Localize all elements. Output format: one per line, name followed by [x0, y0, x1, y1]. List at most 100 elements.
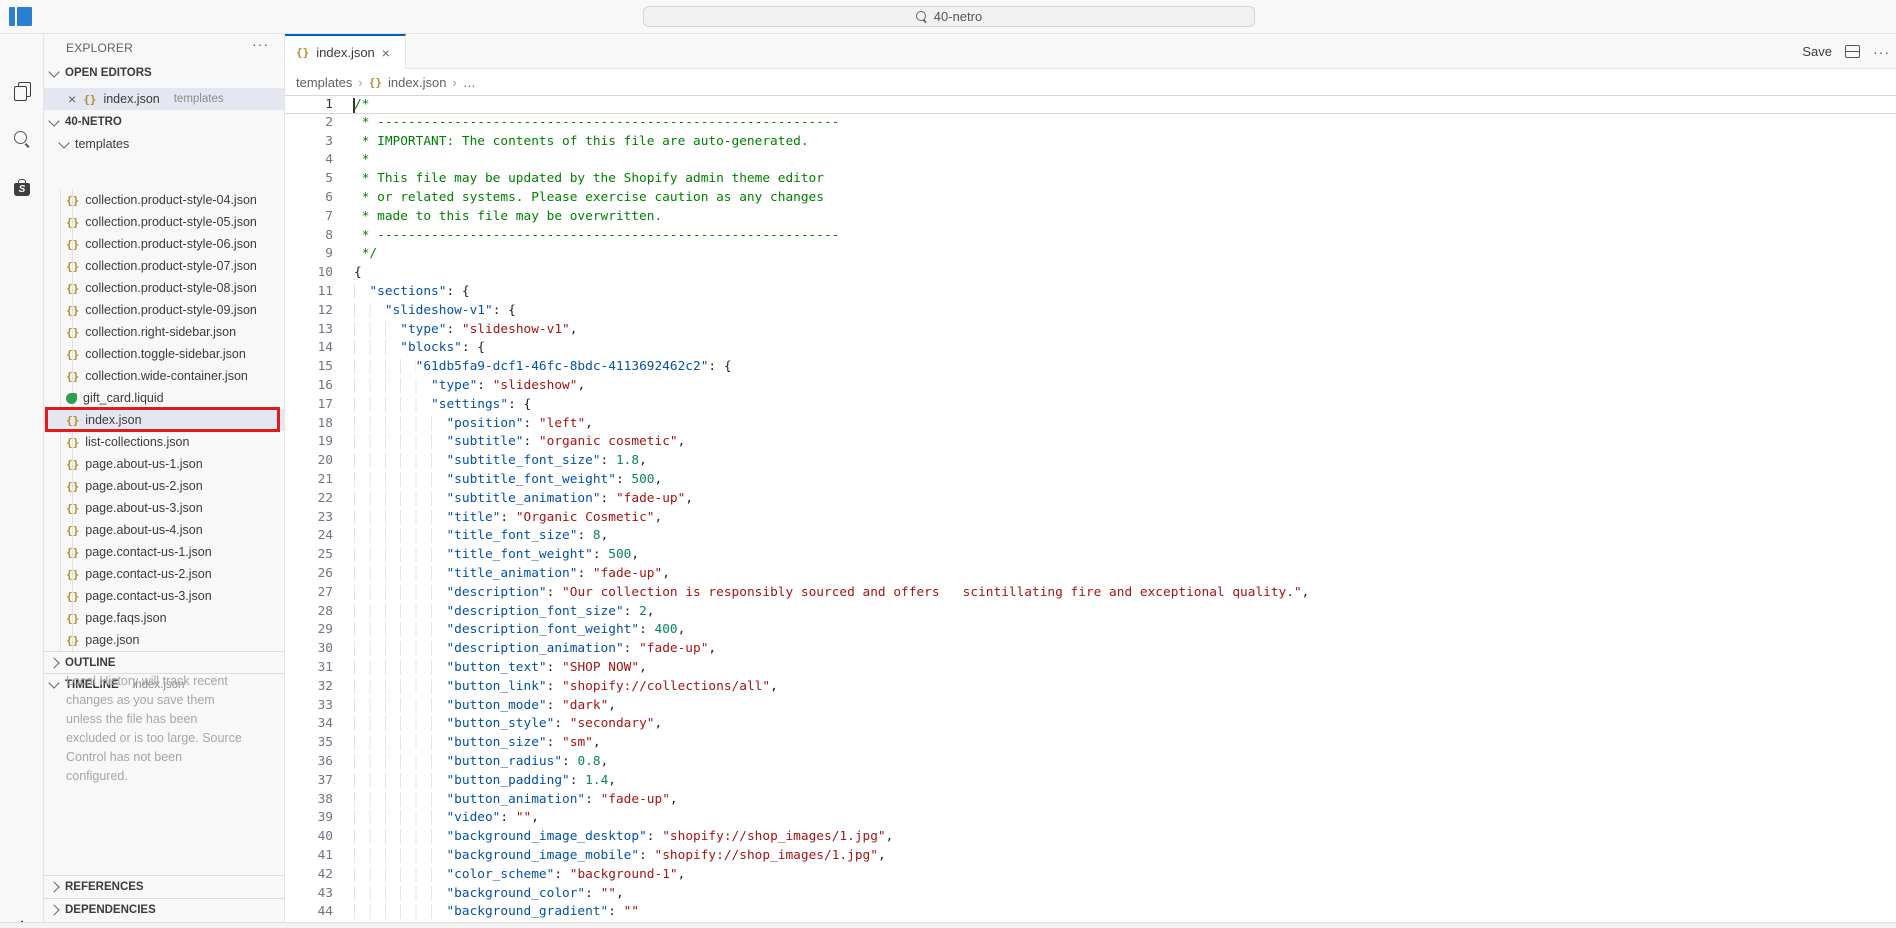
command-center-search[interactable]: 40-netro: [643, 6, 1255, 27]
outline-section[interactable]: OUTLINE: [44, 651, 285, 673]
code-line-20[interactable]: 20 "subtitle_font_size": 1.8,: [285, 452, 1896, 471]
code-line-32[interactable]: 32 "button_link": "shopify://collections…: [285, 678, 1896, 697]
code-line-6[interactable]: 6 * or related systems. Please exercise …: [285, 189, 1896, 208]
code-line-9[interactable]: 9 */: [285, 245, 1896, 264]
line-content: * This file may be updated by the Shopif…: [354, 170, 824, 189]
code-line-41[interactable]: 41 "background_image_mobile": "shopify:/…: [285, 847, 1896, 866]
code-line-34[interactable]: 34 "button_style": "secondary",: [285, 715, 1896, 734]
tree-item-page.about-us-1.json[interactable]: {}page.about-us-1.json: [44, 453, 285, 475]
code-line-38[interactable]: 38 "button_animation": "fade-up",: [285, 791, 1896, 810]
code-line-13[interactable]: 13 "type": "slideshow-v1",: [285, 321, 1896, 340]
tree-item-collection.product-style-07.json[interactable]: {}collection.product-style-07.json: [44, 255, 285, 277]
tree-item-collection.right-sidebar.json[interactable]: {}collection.right-sidebar.json: [44, 321, 285, 343]
code-line-42[interactable]: 42 "color_scheme": "background-1",: [285, 866, 1896, 885]
code-line-27[interactable]: 27 "description": "Our collection is res…: [285, 584, 1896, 603]
save-button[interactable]: Save: [1802, 44, 1832, 59]
tree-item-list-collections.json[interactable]: {}list-collections.json: [44, 431, 285, 453]
split-editor-icon[interactable]: [1845, 45, 1860, 58]
breadcrumb-file[interactable]: index.json: [388, 75, 447, 90]
code-line-16[interactable]: 16 "type": "slideshow",: [285, 377, 1896, 396]
code-editor[interactable]: 1/*2 * ---------------------------------…: [285, 95, 1896, 928]
json-file-icon: {}: [66, 370, 79, 383]
close-icon[interactable]: ×: [68, 92, 76, 106]
code-line-36[interactable]: 36 "button_radius": 0.8,: [285, 753, 1896, 772]
code-line-21[interactable]: 21 "subtitle_font_weight": 500,: [285, 471, 1896, 490]
open-editors-section[interactable]: OPEN EDITORS: [44, 62, 285, 84]
workspace-root-40-netro[interactable]: 40-NETRO: [44, 111, 285, 133]
tree-item-page.contact-us-1.json[interactable]: {}page.contact-us-1.json: [44, 541, 285, 563]
code-line-31[interactable]: 31 "button_text": "SHOP NOW",: [285, 659, 1896, 678]
tree-item-collection.product-style-06.json[interactable]: {}collection.product-style-06.json: [44, 233, 285, 255]
code-line-23[interactable]: 23 "title": "Organic Cosmetic",: [285, 509, 1896, 528]
code-line-19[interactable]: 19 "subtitle": "organic cosmetic",: [285, 433, 1896, 452]
folder-templates[interactable]: templates: [44, 133, 285, 155]
code-line-7[interactable]: 7 * made to this file may be overwritten…: [285, 208, 1896, 227]
code-line-37[interactable]: 37 "button_padding": 1.4,: [285, 772, 1896, 791]
search-sidebar-icon[interactable]: [0, 123, 44, 155]
tree-item-page.faqs.json[interactable]: {}page.faqs.json: [44, 607, 285, 629]
code-line-26[interactable]: 26 "title_animation": "fade-up",: [285, 565, 1896, 584]
tree-item-page.json[interactable]: {}page.json: [44, 629, 285, 651]
file-name: gift_card.liquid: [83, 391, 164, 405]
tree-item-collection.wide-container.json[interactable]: {}collection.wide-container.json: [44, 365, 285, 387]
tree-item-collection.product-style-05.json[interactable]: {}collection.product-style-05.json: [44, 211, 285, 233]
code-line-43[interactable]: 43 "background_color": "",: [285, 885, 1896, 904]
code-line-35[interactable]: 35 "button_size": "sm",: [285, 734, 1896, 753]
code-line-10[interactable]: 10{: [285, 264, 1896, 283]
dependencies-section[interactable]: DEPENDENCIES: [44, 898, 285, 920]
code-line-18[interactable]: 18 "position": "left",: [285, 415, 1896, 434]
tree-item-page.contact-us-2.json[interactable]: {}page.contact-us-2.json: [44, 563, 285, 585]
file-name: collection.toggle-sidebar.json: [85, 347, 246, 361]
tree-item-index.json[interactable]: {}index.json: [44, 409, 285, 431]
tree-item-collection.toggle-sidebar.json[interactable]: {}collection.toggle-sidebar.json: [44, 343, 285, 365]
open-editor-item-index-json[interactable]: × {} index.json templates: [44, 88, 285, 110]
json-file-icon: {}: [66, 194, 79, 207]
code-line-2[interactable]: 2 * ------------------------------------…: [285, 114, 1896, 133]
code-line-44[interactable]: 44 "background_gradient": "": [285, 903, 1896, 922]
code-line-1[interactable]: 1/*: [285, 95, 1896, 114]
line-number: 7: [285, 208, 333, 227]
tree-item-collection.product-style-08.json[interactable]: {}collection.product-style-08.json: [44, 277, 285, 299]
code-line-14[interactable]: 14 "blocks": {: [285, 339, 1896, 358]
code-line-8[interactable]: 8 * ------------------------------------…: [285, 227, 1896, 246]
tree-item-page.about-us-3.json[interactable]: {}page.about-us-3.json: [44, 497, 285, 519]
code-line-3[interactable]: 3 * IMPORTANT: The contents of this file…: [285, 133, 1896, 152]
code-line-40[interactable]: 40 "background_image_desktop": "shopify:…: [285, 828, 1896, 847]
code-line-28[interactable]: 28 "description_font_size": 2,: [285, 603, 1896, 622]
line-number: 22: [285, 490, 333, 509]
editor-more-actions-icon[interactable]: ···: [1873, 44, 1890, 60]
references-section[interactable]: REFERENCES: [44, 875, 285, 897]
file-name: page.about-us-3.json: [85, 501, 202, 515]
shopify-icon[interactable]: [0, 171, 44, 203]
tree-item-page.contact-us-3.json[interactable]: {}page.contact-us-3.json: [44, 585, 285, 607]
code-line-39[interactable]: 39 "video": "",: [285, 809, 1896, 828]
code-line-33[interactable]: 33 "button_mode": "dark",: [285, 697, 1896, 716]
breadcrumb-folder[interactable]: templates: [296, 75, 352, 90]
code-line-24[interactable]: 24 "title_font_size": 8,: [285, 527, 1896, 546]
tree-item-gift_card.liquid[interactable]: gift_card.liquid: [44, 387, 285, 409]
tab-index-json[interactable]: {} index.json ×: [285, 34, 406, 69]
tab-close-icon[interactable]: ×: [382, 46, 390, 60]
explorer-icon[interactable]: [0, 75, 44, 107]
code-line-11[interactable]: 11 "sections": {: [285, 283, 1896, 302]
tree-item-page.about-us-2.json[interactable]: {}page.about-us-2.json: [44, 475, 285, 497]
code-line-25[interactable]: 25 "title_font_weight": 500,: [285, 546, 1896, 565]
code-line-15[interactable]: 15 "61db5fa9-dcf1-46fc-8bdc-4113692462c2…: [285, 358, 1896, 377]
search-query: 40-netro: [934, 9, 982, 24]
code-line-22[interactable]: 22 "subtitle_animation": "fade-up",: [285, 490, 1896, 509]
code-line-29[interactable]: 29 "description_font_weight": 400,: [285, 621, 1896, 640]
breadcrumb-symbol[interactable]: …: [463, 75, 476, 90]
line-content: "title_font_size": 8,: [354, 527, 608, 546]
code-line-30[interactable]: 30 "description_animation": "fade-up",: [285, 640, 1896, 659]
tree-item-collection.product-style-09.json[interactable]: {}collection.product-style-09.json: [44, 299, 285, 321]
code-line-17[interactable]: 17 "settings": {: [285, 396, 1896, 415]
line-number: 14: [285, 339, 333, 358]
code-line-4[interactable]: 4 *: [285, 151, 1896, 170]
app-layout-icon[interactable]: [9, 6, 35, 28]
explorer-more-actions-icon[interactable]: ···: [252, 36, 269, 52]
code-line-5[interactable]: 5 * This file may be updated by the Shop…: [285, 170, 1896, 189]
code-line-12[interactable]: 12 "slideshow-v1": {: [285, 302, 1896, 321]
line-number: 39: [285, 809, 333, 828]
tree-item-page.about-us-4.json[interactable]: {}page.about-us-4.json: [44, 519, 285, 541]
tree-item-collection.product-style-04.json[interactable]: {}collection.product-style-04.json: [44, 189, 285, 211]
